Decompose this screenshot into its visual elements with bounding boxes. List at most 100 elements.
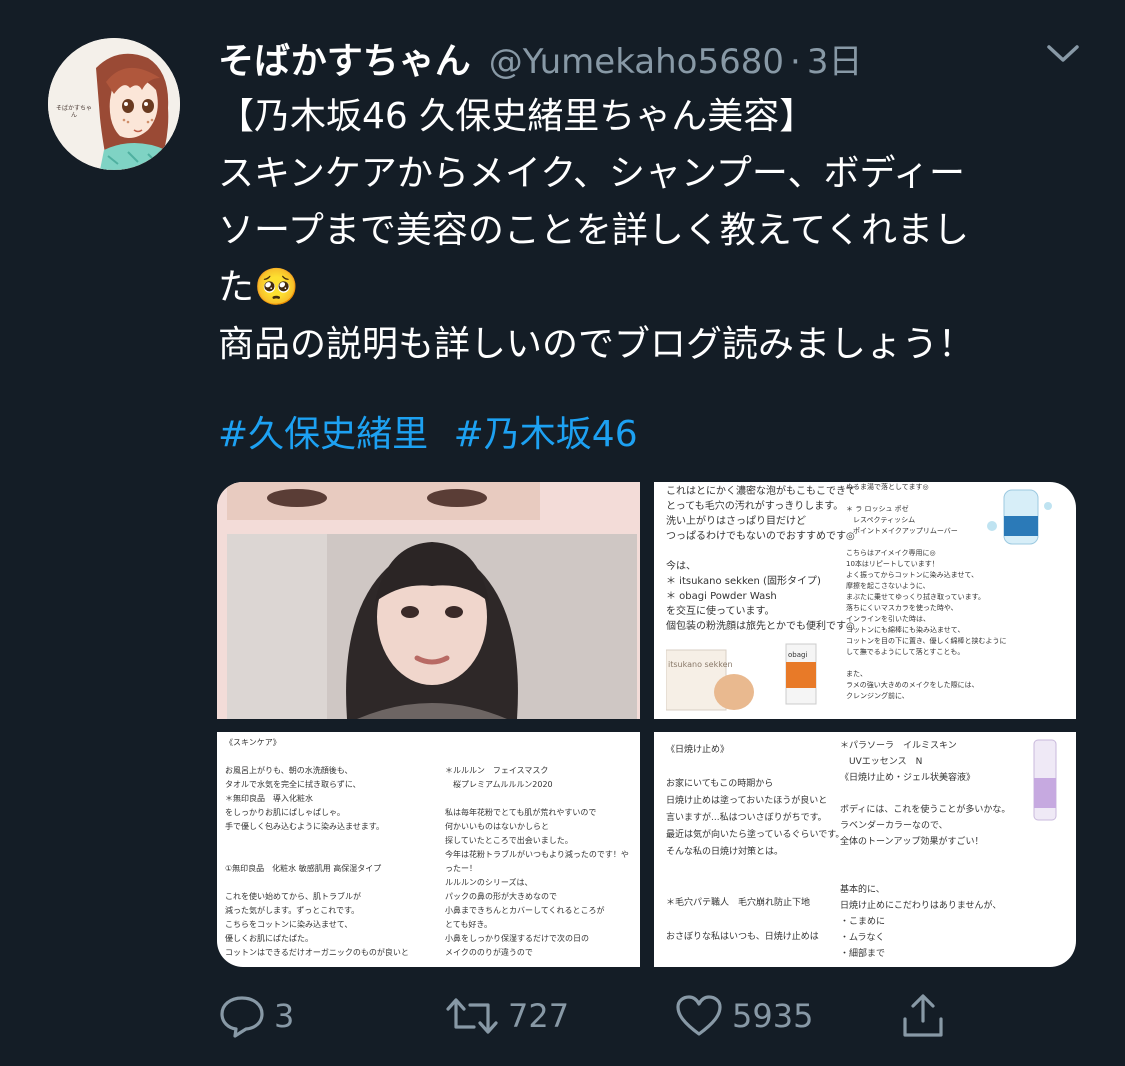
blog-text-line: 何かいいものはないかしらと	[445, 822, 549, 831]
blog-text-line: ・細部まで	[840, 949, 886, 959]
blog-text-line: 全体のトーンアップ効果がすごい！	[840, 837, 984, 847]
blog-text-line: 桜プレミアムルルルン2020	[445, 780, 553, 789]
blog-text-line: 言いますが...私はついさぼりがちです。	[666, 813, 827, 823]
blog-text-line: コットンにも綿棒にも染み込ませて、	[846, 626, 965, 634]
product-image-remover	[987, 489, 1052, 545]
hashtag-link[interactable]: #久保史緒里	[218, 414, 428, 455]
retweet-button[interactable]: 727	[444, 990, 569, 1042]
blog-text-line: お家にいてもこの時期から	[666, 779, 774, 789]
blog-text-line: 減った気がします。ずっとこれです。	[225, 906, 360, 915]
blog-text-line: 摩擦を起こさないように、	[846, 582, 930, 590]
chevron-down-icon[interactable]	[1043, 38, 1083, 68]
blog-text-line: インラインを引いた時は、	[846, 615, 930, 623]
reply-count: 3	[274, 997, 295, 1035]
blog-text-line: 《日焼け止め》	[666, 745, 730, 755]
media-photo-1[interactable]	[217, 482, 640, 719]
blog-text-line	[225, 834, 409, 848]
blog-text-line	[225, 750, 409, 764]
blog-text-line	[666, 861, 844, 878]
blog-text-line	[225, 848, 409, 862]
blog-text-column: ＊ルルルン フェイスマスク 桜プレミアムルルルン2020 私は毎年花粉でとても肌…	[445, 764, 629, 960]
blog-text-line: 《日焼け止め・ジェル状美容液》	[840, 773, 976, 783]
tweet-line: 【乃木坂46 久保史緒里ちゃん美容】	[218, 96, 816, 137]
blog-text-line	[840, 786, 1010, 802]
media-photo-4[interactable]: 《日焼け止め》 お家にいてもこの時期から 日焼け止めは塗っておいたほうが良いと …	[654, 732, 1076, 967]
blog-text-column: これはとにかく濃密な泡がもこもこできて とっても毛穴の汚れがすっきりします。 洗…	[666, 484, 856, 634]
blog-text-line: また、	[846, 670, 867, 678]
media-photo-3[interactable]: 《スキンケア》 お風呂上がりも、朝の水洗顔後も、 タオルで水気を完全に拭き取らず…	[217, 732, 640, 967]
blog-text-line: 落ちにくいマスカラを使った時や、	[846, 604, 958, 612]
timestamp[interactable]: 3日	[807, 34, 863, 83]
blog-text-line: とても好き。	[445, 920, 492, 929]
reply-icon	[220, 996, 264, 1038]
blog-text-line: 今は、	[666, 561, 696, 572]
blog-text-line: をしっかりお肌にぱしゃぱしゃ。	[225, 808, 345, 817]
blog-text-line: よく振ってからコットンに染み込ませて、	[846, 571, 979, 579]
blog-text-line: ラベンダーカラーなので、	[840, 821, 948, 831]
share-icon	[903, 994, 943, 1037]
share-button[interactable]	[900, 990, 946, 1042]
blog-text-line	[666, 759, 844, 776]
blog-text-line: ボディには、これを使うことが多いかな。	[840, 805, 1011, 815]
like-button[interactable]: 5935	[674, 990, 813, 1042]
blog-text-line: ルルルンのシリーズは、	[445, 878, 533, 887]
blog-text-line: 日焼け止めにこだわりはありませんが、	[840, 901, 1002, 911]
user-handle[interactable]: @Yumekaho5680	[489, 42, 784, 82]
tweet-header: そばかすちゃん @Yumekaho5680 · 3日	[218, 32, 862, 82]
blog-text-line: まぶたに乗せてゆっくり拭き取っています。	[846, 593, 985, 601]
blog-text-line: 小鼻をしっかり保湿するだけで次の日の	[445, 934, 589, 943]
blog-text-line: ①無印良品 化粧水 敏感肌用 高保湿タイプ	[225, 864, 382, 873]
blog-text-line: とっても毛穴の汚れがすっきりします。	[666, 501, 844, 512]
blog-text-line: メイクののりが違うので	[445, 948, 533, 957]
tweet-text: 【乃木坂46 久保史緒里ちゃん美容】 スキンケアからメイク、シャンプー、ボディー…	[218, 88, 1078, 373]
blog-text-line: ・こまめに	[840, 917, 886, 927]
tweet-actions: 3 727 5935	[218, 990, 1078, 1050]
blog-text-line: 洗い上がりはさっぱり目だけど	[666, 516, 806, 527]
blog-text-line: 日焼け止めは塗っておいたほうが良いと	[666, 796, 828, 806]
blog-text-line: これを使い始めてから、肌トラブルが	[225, 892, 361, 901]
tweet-line: ソープまで美容のことを詳しく教えてくれまし	[218, 210, 969, 251]
blog-text-line	[666, 544, 856, 559]
media-grid: これはとにかく濃密な泡がもこもこできて とっても毛穴の汚れがすっきりします。 洗…	[217, 482, 1076, 967]
blog-text-line: お風呂上がりも、朝の水洗顔後も、	[225, 766, 353, 775]
blog-text-line: 私は毎年花粉でとても肌が荒れやすいので	[445, 808, 597, 817]
portrait-photo	[217, 482, 640, 719]
blog-text-line: 手で優しく包み込むように染み込ませます。	[225, 822, 384, 831]
tweet-line: スキンケアからメイク、シャンプー、ボディー	[218, 153, 966, 194]
blog-text-line	[666, 878, 844, 895]
blog-text-line: 《スキンケア》	[225, 738, 281, 747]
avatar[interactable]: そばかすちゃん	[48, 38, 180, 170]
hashtag-list: #久保史緒里 #乃木坂46	[218, 408, 652, 462]
heart-icon	[676, 995, 722, 1036]
blog-text-line	[225, 876, 409, 890]
blog-text-line: つっぱるわけでもないのでおすすめです◎	[666, 531, 855, 542]
blog-text-line: 基本的に、	[840, 885, 885, 895]
blog-text-line: コットンはできるだけオーガニックのものが良いと	[225, 948, 409, 957]
product-image-sunscreen	[1033, 739, 1057, 821]
tweet-line: 商品の説明も詳しいのでブログ読みましょう！	[218, 324, 975, 365]
product-image-soap	[666, 643, 817, 711]
hashtag-link[interactable]: #乃木坂46	[454, 414, 638, 455]
blog-text-line: 今年は花粉トラブルがいつもより減ったのです！や	[445, 850, 629, 859]
reply-button[interactable]: 3	[218, 990, 294, 1042]
avatar-label: そばかすちゃん	[55, 105, 93, 119]
blog-text-line: タオルで水気を完全に拭き取らずに、	[225, 780, 361, 789]
blog-text-line: こちらをコットンに染み込ませて、	[225, 920, 353, 929]
obagi-box-label: obagi	[788, 651, 808, 659]
media-photo-2[interactable]: これはとにかく濃密な泡がもこもこできて とっても毛穴の汚れがすっきりします。 洗…	[654, 482, 1076, 719]
blog-text-column: 《スキンケア》 お風呂上がりも、朝の水洗顔後も、 タオルで水気を完全に拭き取らず…	[225, 736, 409, 960]
blog-text-line: 小鼻まできちんとカバーしてくれるところが	[445, 906, 605, 915]
blog-text-column: ＊パラソーラ イルミスキン UVエッセンス N 《日焼け止め・ジェル状美容液》 …	[840, 738, 1010, 962]
blog-text-line: 個包装の粉洗顔は旅先とかでも便利です◎	[666, 621, 855, 632]
blog-text-line	[840, 850, 1010, 866]
blog-text-line: そんな私の日焼け対策とは。	[666, 847, 784, 857]
blog-text-line: クレンジング前に、	[846, 692, 909, 700]
blog-text-line: コットンを目の下に置き、優しく綿棒と挟むように	[846, 637, 1007, 645]
retweet-icon	[446, 998, 498, 1034]
blog-text-line: おさぼりな私はいつも、日焼け止めは	[666, 932, 819, 942]
blog-text-line: ・ムラなく	[840, 933, 885, 943]
separator-dot: ·	[790, 42, 801, 82]
blog-text-line: 最近は気が向いたら塗っているぐらいです。	[666, 830, 845, 840]
display-name[interactable]: そばかすちゃん	[218, 32, 471, 84]
retweet-count: 727	[508, 997, 570, 1035]
